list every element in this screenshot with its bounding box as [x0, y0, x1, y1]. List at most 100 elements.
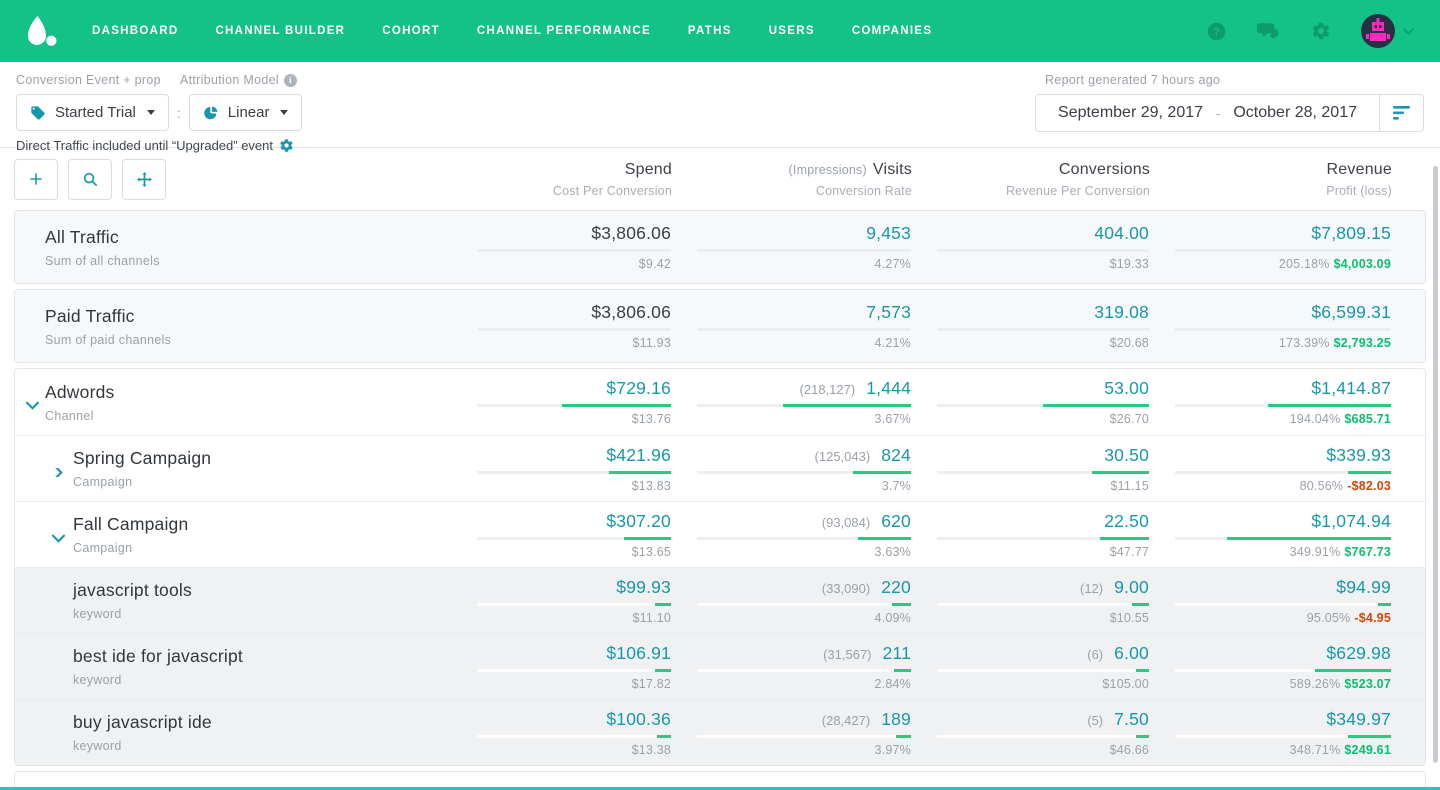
spend-sub-value: $11.10 [632, 611, 671, 625]
table-row[interactable]: AdwordsChannel$729.16$13.76(218,127)1,44… [15, 369, 1425, 435]
conversions-bar [937, 537, 1149, 540]
column-header-spend[interactable]: Spend Cost Per Conversion [452, 161, 672, 198]
move-arrows-icon [136, 171, 153, 188]
info-icon[interactable]: i [284, 74, 297, 87]
date-filter-button[interactable] [1379, 95, 1423, 131]
nav-item-cohort[interactable]: COHORT [382, 25, 440, 37]
search-button[interactable] [68, 159, 112, 200]
visits-value[interactable]: 824 [881, 445, 911, 466]
spend-value[interactable]: $99.93 [616, 577, 671, 598]
revenue-cell: $7,809.15205.18%$4,003.09 [1149, 211, 1391, 283]
attribution-logo-icon [26, 13, 58, 49]
visits-cell: (218,127)1,4443.67% [671, 369, 911, 435]
nav-item-companies[interactable]: COMPANIES [852, 25, 933, 37]
nav-item-channel-builder[interactable]: CHANNEL BUILDER [215, 25, 345, 37]
chat-icon[interactable] [1257, 21, 1281, 42]
vertical-scrollbar[interactable] [1433, 166, 1438, 763]
nav-item-paths[interactable]: PATHS [688, 25, 732, 37]
date-range[interactable]: September 29, 2017 - October 28, 2017 [1036, 95, 1379, 131]
spend-value: $3,806.06 [591, 302, 671, 323]
chevron-right-icon[interactable] [52, 468, 65, 477]
spend-sub-value: $13.76 [632, 412, 671, 426]
help-icon[interactable]: ? [1206, 21, 1227, 42]
revenue-sub-value: 173.39%$2,793.25 [1279, 336, 1391, 350]
nav-item-dashboard[interactable]: DASHBOARD [92, 25, 178, 37]
visits-value[interactable]: 9,453 [866, 223, 911, 244]
column-header-conversions[interactable]: Conversions Revenue Per Conversion [912, 161, 1150, 198]
visits-value[interactable]: 211 [883, 643, 912, 664]
add-channel-button[interactable] [14, 159, 58, 200]
profit-value: $2,793.25 [1334, 336, 1391, 350]
gear-icon[interactable] [1311, 21, 1331, 41]
revenue-bar [1175, 404, 1391, 407]
visits-cell: (93,084)6203.63% [671, 502, 911, 567]
row-name-cell: best ide for javascriptkeyword [15, 634, 451, 699]
row-type-label: Sum of all channels [45, 254, 451, 268]
visits-value[interactable]: 189 [881, 709, 911, 730]
table-row[interactable]: Paid TrafficSum of paid channels$3,806.0… [15, 290, 1425, 362]
attribution-model-dropdown[interactable]: Linear [189, 94, 303, 131]
pie-chart-icon [203, 105, 219, 121]
nav-item-users[interactable]: USERS [769, 25, 815, 37]
settings-gear-icon[interactable] [279, 138, 294, 153]
spend-bar [477, 471, 671, 474]
visits-cell: (31,567)2112.84% [671, 634, 911, 699]
table-row[interactable]: Fall CampaignCampaign$307.20$13.65(93,08… [15, 501, 1425, 567]
spend-cell: $3,806.06$9.42 [451, 211, 671, 283]
revenue-value[interactable]: $1,074.94 [1311, 511, 1391, 532]
reorder-button[interactable] [122, 159, 166, 200]
table-row[interactable]: All Traffic Sum of all channels$3,806.06$… [15, 211, 1425, 283]
spend-value[interactable]: $307.20 [606, 511, 671, 532]
table-row[interactable]: javascript toolskeyword$99.93$11.10(33,0… [15, 567, 1425, 633]
revenue-value[interactable]: $6,599.31 [1311, 302, 1391, 323]
conversions-value[interactable]: 404.00 [1094, 223, 1149, 244]
conversions-value[interactable]: 7.50 [1114, 709, 1149, 730]
visits-value[interactable]: 620 [881, 511, 911, 532]
chevron-down-icon[interactable] [52, 534, 65, 543]
caret-down-icon [280, 110, 288, 115]
user-menu[interactable] [1361, 14, 1414, 48]
visits-value[interactable]: 7,573 [866, 302, 911, 323]
revenue-value[interactable]: $629.98 [1326, 643, 1391, 664]
revenue-value[interactable]: $7,809.15 [1311, 223, 1391, 244]
conversions-value[interactable]: 6.00 [1114, 643, 1149, 664]
nav-item-channel-performance[interactable]: CHANNEL PERFORMANCE [477, 25, 651, 37]
spend-value[interactable]: $106.91 [606, 643, 671, 664]
profit-value: $523.07 [1344, 677, 1391, 691]
revenue-bar [1175, 603, 1391, 606]
chevron-down-icon[interactable] [26, 401, 39, 410]
conversions-cell: 319.08 $20.68 [911, 290, 1149, 362]
column-header-revenue[interactable]: Revenue Profit (loss) [1150, 161, 1392, 198]
visits-secondary-value: (31,567) [823, 647, 871, 662]
spend-value[interactable]: $100.36 [606, 709, 671, 730]
visits-value[interactable]: 1,444 [866, 378, 911, 399]
app-logo[interactable] [26, 13, 58, 49]
visits-bar [697, 249, 911, 252]
profit-value: $249.61 [1344, 743, 1391, 757]
conversion-event-dropdown[interactable]: Started Trial [16, 94, 169, 131]
conversions-secondary-value: (6) [1087, 647, 1103, 662]
conversions-value[interactable]: 9.00 [1114, 577, 1149, 598]
conversions-secondary-value: (12) [1080, 581, 1103, 596]
conversions-value[interactable]: 319.08 [1094, 302, 1149, 323]
conversions-value[interactable]: 53.00 [1104, 378, 1149, 399]
conversions-sub-value: $20.68 [1110, 336, 1149, 350]
spend-value[interactable]: $729.16 [606, 378, 671, 399]
table-row[interactable]: best ide for javascriptkeyword$106.91$17… [15, 633, 1425, 699]
revenue-value[interactable]: $339.93 [1326, 445, 1391, 466]
conversions-value[interactable]: 30.50 [1104, 445, 1149, 466]
table-row[interactable]: Spring CampaignCampaign$421.96$13.83(125… [15, 435, 1425, 501]
visits-value[interactable]: 220 [881, 577, 911, 598]
row-name-cell: Spring CampaignCampaign [15, 436, 451, 501]
revenue-value[interactable]: $349.97 [1326, 709, 1391, 730]
revenue-value[interactable]: $94.99 [1336, 577, 1391, 598]
conversions-value[interactable]: 22.50 [1104, 511, 1149, 532]
spend-value[interactable]: $421.96 [606, 445, 671, 466]
top-nav: DASHBOARD CHANNEL BUILDER COHORT CHANNEL PE… [0, 0, 1440, 62]
row-name: Spring Campaign [73, 448, 451, 469]
table-row[interactable]: buy javascript idekeyword$100.36$13.38(2… [15, 699, 1425, 765]
revenue-value[interactable]: $1,414.87 [1311, 378, 1391, 399]
column-header-visits[interactable]: (Impressions)Visits Conversion Rate [672, 161, 912, 198]
row-name: All Traffic [45, 227, 451, 248]
spend-cell: $3,806.06$11.93 [451, 290, 671, 362]
